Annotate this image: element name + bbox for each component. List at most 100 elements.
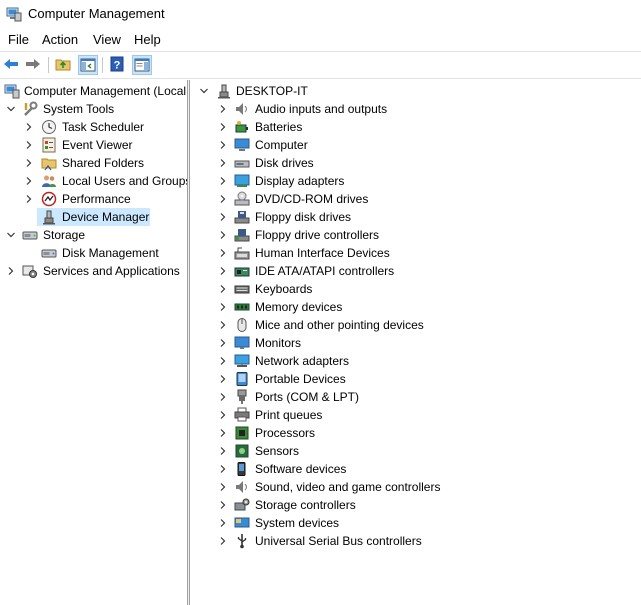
tree-item-label: Shared Folders (62, 156, 145, 170)
chevron-right-icon[interactable] (218, 211, 228, 223)
chevron-right-icon[interactable] (24, 139, 34, 151)
chevron-right-icon[interactable] (218, 157, 228, 169)
tree-item-task-scheduler[interactable]: Task Scheduler (0, 118, 187, 136)
display-adapter-icon (234, 174, 250, 187)
chevron-down-icon[interactable] (199, 85, 209, 97)
chevron-right-icon[interactable] (218, 139, 228, 151)
tree-item-device-manager[interactable]: Device Manager (0, 208, 187, 226)
tree-item-local-users-and-groups[interactable]: Local Users and Groups (0, 172, 187, 190)
chevron-right-icon[interactable] (218, 445, 228, 457)
chevron-right-icon[interactable] (24, 121, 34, 133)
device-category-dvd-cd-rom-drives[interactable]: DVD/CD-ROM drives (191, 190, 641, 208)
device-category-floppy-drive-controllers[interactable]: Floppy drive controllers (191, 226, 641, 244)
device-category-ide-ata-atapi-controllers[interactable]: IDE ATA/ATAPI controllers (191, 262, 641, 280)
chevron-right-icon[interactable] (218, 391, 228, 403)
device-category-system-devices[interactable]: System devices (191, 514, 641, 532)
chevron-right-icon[interactable] (6, 265, 16, 277)
device-category-portable-devices[interactable]: Portable Devices (191, 370, 641, 388)
tree-item-label: Services and Applications (43, 264, 180, 278)
tree-item-disk-management[interactable]: Disk Management (0, 244, 187, 262)
device-tree: DESKTOP-IT Audio inputs and outputs Batte… (191, 80, 641, 605)
chevron-right-icon[interactable] (218, 499, 228, 511)
device-category-batteries[interactable]: Batteries (191, 118, 641, 136)
chevron-right-icon[interactable] (218, 481, 228, 493)
tree-item-performance[interactable]: Performance (0, 190, 187, 208)
chevron-right-icon[interactable] (218, 409, 228, 421)
tree-item-system-tools[interactable]: System Tools (0, 100, 187, 118)
device-category-audio-inputs-and-outputs[interactable]: Audio inputs and outputs (191, 100, 641, 118)
device-category-software-devices[interactable]: Software devices (191, 460, 641, 478)
chevron-right-icon[interactable] (218, 247, 228, 259)
tree-item-services-and-applications[interactable]: Services and Applications (0, 262, 187, 280)
forward-button[interactable] (24, 55, 44, 75)
device-category-ports-com-lpt[interactable]: Ports (COM & LPT) (191, 388, 641, 406)
device-category-keyboards[interactable]: Keyboards (191, 280, 641, 298)
device-category-floppy-disk-drives[interactable]: Floppy disk drives (191, 208, 641, 226)
chevron-right-icon[interactable] (24, 157, 34, 169)
chevron-right-icon[interactable] (218, 265, 228, 277)
chevron-right-icon[interactable] (218, 193, 228, 205)
floppy-icon (234, 211, 250, 224)
chevron-right-icon[interactable] (218, 535, 228, 547)
device-category-monitors[interactable]: Monitors (191, 334, 641, 352)
menu-help[interactable]: Help (132, 32, 163, 47)
device-category-computer[interactable]: Computer (191, 136, 641, 154)
title-bar: Computer Management (0, 0, 641, 28)
device-category-disk-drives[interactable]: Disk drives (191, 154, 641, 172)
chevron-right-icon[interactable] (218, 175, 228, 187)
chevron-right-icon[interactable] (24, 193, 34, 205)
chevron-right-icon[interactable] (218, 283, 228, 295)
chevron-right-icon[interactable] (218, 427, 228, 439)
device-category-sensors[interactable]: Sensors (191, 442, 641, 460)
device-category-print-queues[interactable]: Print queues (191, 406, 641, 424)
chevron-right-icon[interactable] (218, 463, 228, 475)
chevron-right-icon[interactable] (218, 373, 228, 385)
device-category-label: System devices (255, 516, 340, 530)
chevron-right-icon[interactable] (218, 319, 228, 331)
chevron-right-icon[interactable] (218, 517, 228, 529)
device-tree-root[interactable]: DESKTOP-IT (191, 82, 641, 100)
device-category-processors[interactable]: Processors (191, 424, 641, 442)
device-category-human-interface-devices[interactable]: Human Interface Devices (191, 244, 641, 262)
chevron-down-icon[interactable] (6, 229, 16, 241)
device-category-mice-and-other-pointing-devices[interactable]: Mice and other pointing devices (191, 316, 641, 334)
chevron-right-icon[interactable] (218, 229, 228, 241)
chevron-right-icon[interactable] (24, 175, 34, 187)
tree-item-computer-management[interactable]: Computer Management (Local (0, 82, 187, 100)
menu-file[interactable]: File (6, 32, 31, 47)
show-hide-console-tree-button[interactable] (78, 55, 98, 75)
device-category-label: Print queues (255, 408, 323, 422)
chevron-right-icon[interactable] (218, 301, 228, 313)
device-category-display-adapters[interactable]: Display adapters (191, 172, 641, 190)
device-category-label: Ports (COM & LPT) (255, 390, 360, 404)
chevron-right-icon[interactable] (218, 337, 228, 349)
device-category-label: Storage controllers (255, 498, 356, 512)
device-category-universal-serial-bus-controllers[interactable]: Universal Serial Bus controllers (191, 532, 641, 550)
back-button[interactable] (2, 55, 22, 75)
device-category-sound-video-and-game-controllers[interactable]: Sound, video and game controllers (191, 478, 641, 496)
device-category-memory-devices[interactable]: Memory devices (191, 298, 641, 316)
device-category-label: Human Interface Devices (255, 246, 390, 260)
tree-item-label: Event Viewer (62, 138, 133, 152)
help-button[interactable]: ? (108, 55, 128, 75)
computer-management-icon (6, 7, 22, 22)
tree-item-shared-folders[interactable]: Shared Folders (0, 154, 187, 172)
chevron-right-icon[interactable] (218, 103, 228, 115)
tree-item-event-viewer[interactable]: Event Viewer (0, 136, 187, 154)
device-category-network-adapters[interactable]: Network adapters (191, 352, 641, 370)
show-action-pane-button[interactable] (132, 55, 152, 75)
console-tree: Computer Management (Local System Tools … (0, 80, 187, 605)
device-category-label: Processors (255, 426, 316, 440)
pane-splitter[interactable] (187, 80, 190, 605)
usb-icon (237, 534, 247, 549)
device-category-label: Audio inputs and outputs (255, 102, 388, 116)
menu-view[interactable]: View (91, 32, 123, 47)
chevron-down-icon[interactable] (6, 103, 16, 115)
chevron-right-icon[interactable] (218, 355, 228, 367)
computer-icon (234, 138, 250, 151)
up-one-level-button[interactable] (54, 55, 74, 75)
device-category-storage-controllers[interactable]: Storage controllers (191, 496, 641, 514)
menu-action[interactable]: Action (40, 32, 80, 47)
chevron-right-icon[interactable] (218, 121, 228, 133)
tree-item-storage[interactable]: Storage (0, 226, 187, 244)
